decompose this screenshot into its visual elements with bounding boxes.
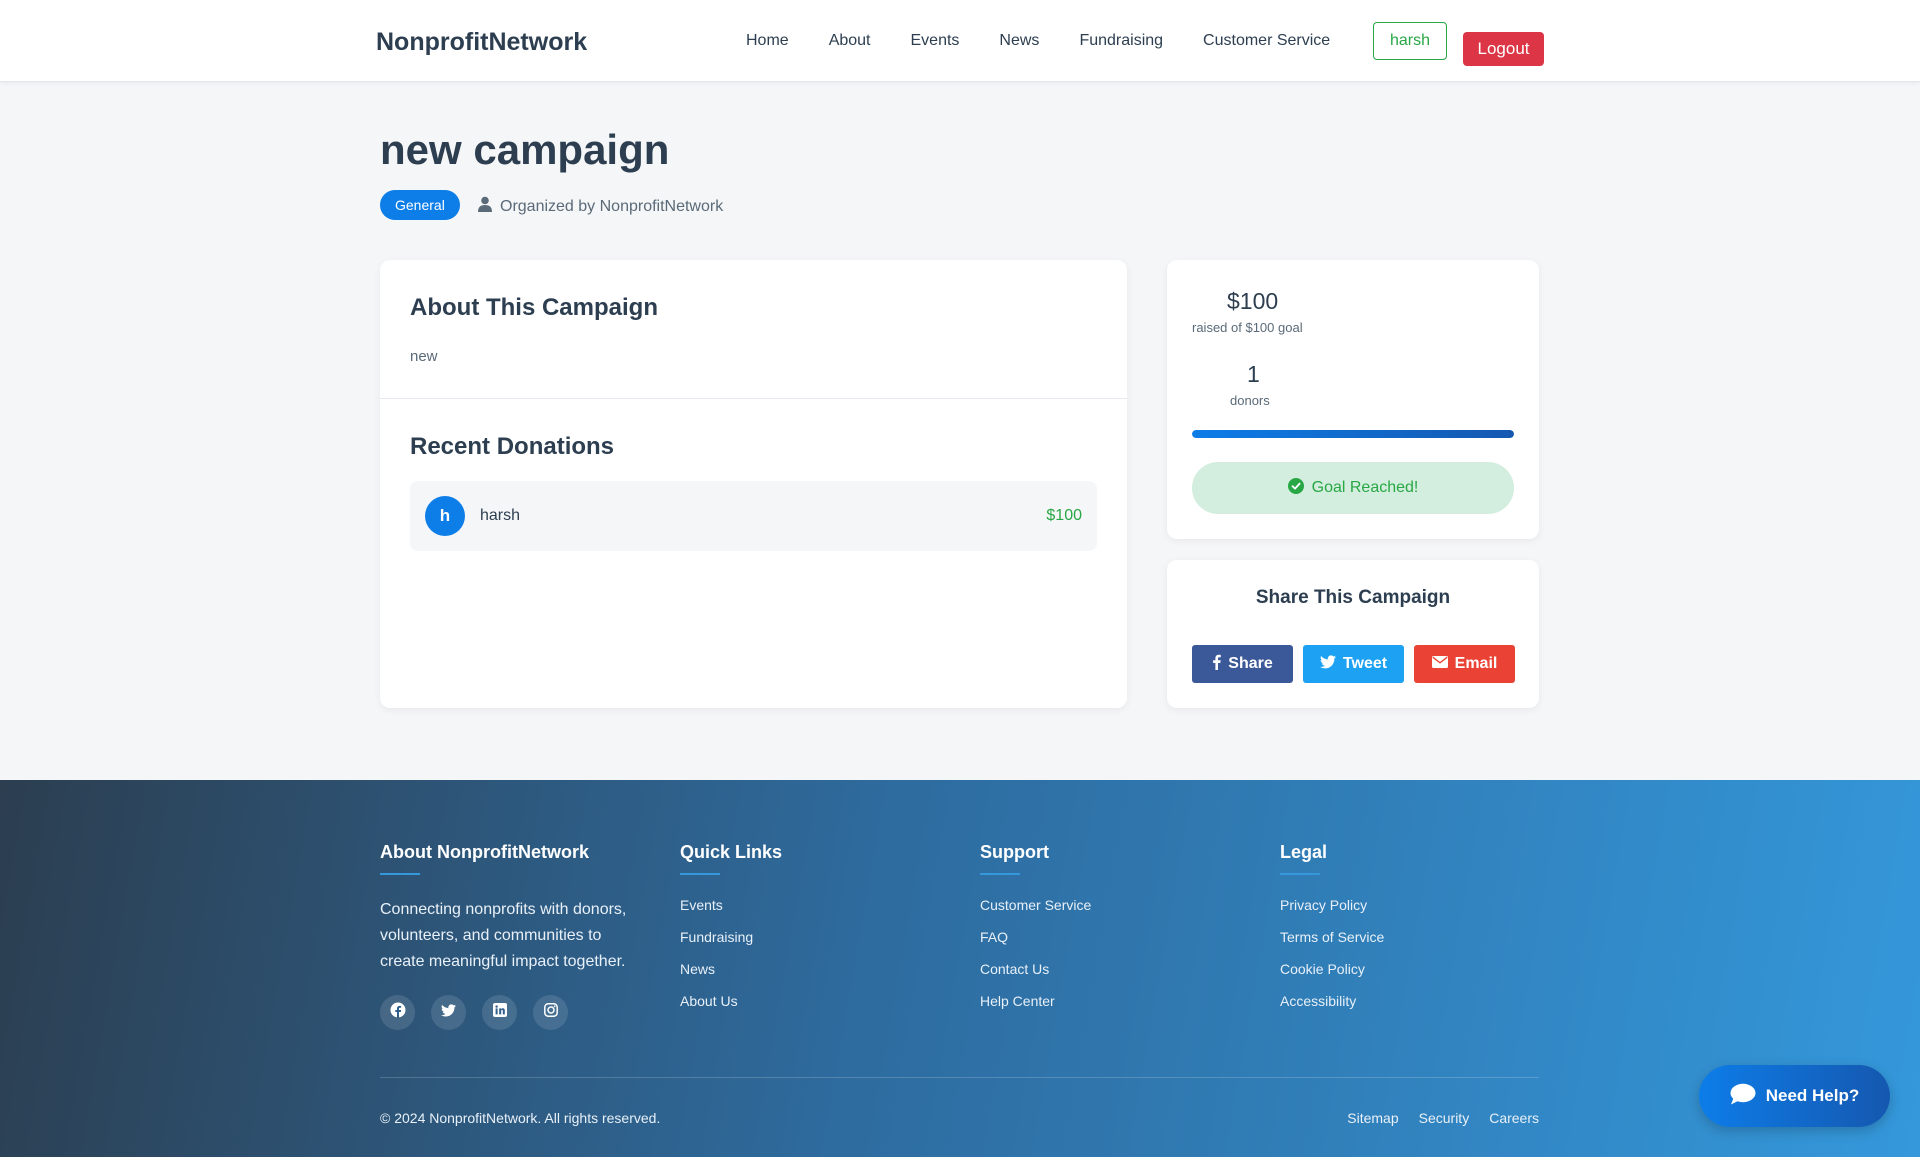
social-instagram-link[interactable] — [533, 995, 568, 1030]
footer-link-privacy-policy[interactable]: Privacy Policy — [1280, 897, 1384, 913]
funding-progress-fill — [1192, 430, 1514, 438]
footer-quick-links-title: Quick Links — [680, 842, 783, 862]
footer-about-column: About NonprofitNetwork Connecting nonpro… — [380, 842, 650, 1030]
page-title: new campaign — [380, 126, 670, 173]
nav-customer-service[interactable]: Customer Service — [1203, 32, 1330, 50]
site-footer: About NonprofitNetwork Connecting nonpro… — [0, 780, 1920, 1157]
envelope-icon — [1431, 655, 1448, 673]
footer-link-terms-of-service[interactable]: Terms of Service — [1280, 929, 1384, 945]
footer-link-careers[interactable]: Careers — [1489, 1110, 1539, 1126]
footer-link-help-center[interactable]: Help Center — [980, 993, 1091, 1009]
nav-fundraising[interactable]: Fundraising — [1079, 32, 1163, 50]
donor-name: harsh — [480, 507, 521, 524]
footer-link-faq[interactable]: FAQ — [980, 929, 1091, 945]
share-email-button[interactable]: Email — [1414, 645, 1515, 683]
donation-amount: $100 — [1046, 507, 1082, 524]
user-profile-button[interactable]: harsh — [1373, 22, 1447, 60]
share-campaign-card: Share This Campaign Share Tweet Email — [1167, 560, 1539, 708]
footer-link-security[interactable]: Security — [1419, 1110, 1470, 1126]
footer-quick-links-column: Quick Links Events Fundraising News Abou… — [680, 842, 782, 1025]
donation-item: h harsh $100 — [410, 481, 1097, 551]
footer-link-customer-service[interactable]: Customer Service — [980, 897, 1091, 913]
footer-heading-underline — [980, 873, 1020, 875]
share-facebook-label: Share — [1228, 655, 1273, 672]
footer-bottom-links: Sitemap Security Careers — [1347, 1110, 1539, 1126]
funding-progress-bar — [1192, 430, 1514, 438]
goal-status-label: Goal Reached! — [1311, 479, 1419, 496]
check-circle-icon — [1287, 477, 1304, 499]
footer-heading-underline — [380, 873, 420, 875]
donor-count: 1 — [1247, 361, 1260, 387]
goal-status-badge: Goal Reached! — [1192, 462, 1514, 514]
social-twitter-link[interactable] — [431, 995, 466, 1030]
campaign-stats-card: $100 raised of $100 goal 1 donors Goal R… — [1167, 260, 1539, 539]
nav-news[interactable]: News — [999, 32, 1039, 50]
footer-link-sitemap[interactable]: Sitemap — [1347, 1110, 1398, 1126]
campaign-details-card: About This Campaign new Recent Donations… — [380, 260, 1127, 708]
footer-divider — [380, 1077, 1539, 1078]
twitter-icon — [441, 1003, 456, 1022]
main-nav: Home About Events News Fundraising Custo… — [746, 32, 1370, 50]
raised-amount: $100 — [1227, 288, 1279, 314]
section-divider — [380, 398, 1127, 399]
need-help-button[interactable]: Need Help? — [1699, 1065, 1890, 1127]
category-badge: General — [380, 190, 460, 220]
footer-link-accessibility[interactable]: Accessibility — [1280, 993, 1384, 1009]
footer-link-about-us[interactable]: About Us — [680, 993, 782, 1009]
logout-button[interactable]: Logout — [1463, 32, 1544, 66]
organizer-label: Organized by NonprofitNetwork — [500, 197, 724, 215]
nav-home[interactable]: Home — [746, 32, 789, 50]
brand-logo[interactable]: NonprofitNetwork — [376, 28, 587, 57]
chat-bubble-icon — [1730, 1083, 1756, 1110]
linkedin-icon — [492, 1003, 507, 1022]
footer-legal-title: Legal — [1280, 842, 1328, 862]
footer-about-text: Connecting nonprofits with donors, volun… — [380, 901, 627, 970]
share-twitter-label: Tweet — [1342, 655, 1388, 672]
share-email-label: Email — [1454, 655, 1498, 672]
social-facebook-link[interactable] — [380, 995, 415, 1030]
facebook-icon — [1212, 654, 1222, 675]
site-header: NonprofitNetwork Home About Events News … — [0, 0, 1920, 82]
share-facebook-button[interactable]: Share — [1192, 645, 1293, 683]
share-title: Share This Campaign — [1255, 587, 1451, 608]
social-linkedin-link[interactable] — [482, 995, 517, 1030]
about-section-title: About This Campaign — [410, 294, 658, 321]
social-links — [380, 995, 650, 1030]
organizer-info: Organized by NonprofitNetwork — [478, 196, 723, 217]
instagram-icon — [543, 1003, 558, 1022]
about-description: new — [410, 348, 438, 365]
share-twitter-button[interactable]: Tweet — [1303, 645, 1404, 683]
footer-support-column: Support Customer Service FAQ Contact Us … — [980, 842, 1091, 1025]
footer-link-events[interactable]: Events — [680, 897, 782, 913]
footer-legal-column: Legal Privacy Policy Terms of Service Co… — [1280, 842, 1384, 1025]
twitter-icon — [1319, 654, 1336, 674]
footer-heading-underline — [1280, 873, 1320, 875]
facebook-icon — [390, 1002, 406, 1023]
user-icon — [478, 196, 492, 217]
need-help-label: Need Help? — [1765, 1086, 1860, 1105]
donations-section-title: Recent Donations — [410, 433, 615, 460]
footer-support-title: Support — [980, 842, 1049, 862]
footer-link-fundraising[interactable]: Fundraising — [680, 929, 782, 945]
nav-about[interactable]: About — [829, 32, 871, 50]
nav-events[interactable]: Events — [911, 32, 960, 50]
raised-label: raised of $100 goal — [1192, 320, 1303, 335]
copyright-text: © 2024 NonprofitNetwork. All rights rese… — [380, 1110, 661, 1126]
footer-link-news[interactable]: News — [680, 961, 782, 977]
footer-link-cookie-policy[interactable]: Cookie Policy — [1280, 961, 1384, 977]
donors-label: donors — [1230, 393, 1270, 408]
footer-heading-underline — [680, 873, 720, 875]
donor-avatar: h — [425, 496, 465, 536]
footer-about-title: About NonprofitNetwork — [380, 842, 589, 862]
footer-link-contact-us[interactable]: Contact Us — [980, 961, 1091, 977]
